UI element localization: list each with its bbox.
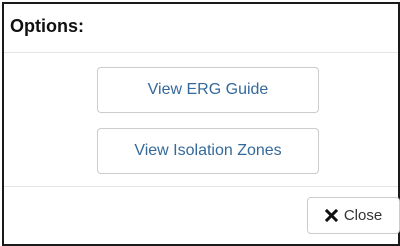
close-icon [324, 209, 338, 222]
view-isolation-zones-button[interactable]: View Isolation Zones [97, 128, 319, 174]
dialog-header: Options: [4, 4, 398, 53]
view-erg-guide-button[interactable]: View ERG Guide [97, 67, 319, 113]
options-dialog: Options: View ERG Guide View Isolation Z… [2, 2, 400, 246]
dialog-body: View ERG Guide View Isolation Zones [4, 53, 398, 187]
close-button-label: Close [343, 207, 383, 224]
dialog-footer: Close [4, 187, 400, 244]
close-button[interactable]: Close [307, 197, 400, 234]
dialog-title: Options: [10, 16, 84, 36]
